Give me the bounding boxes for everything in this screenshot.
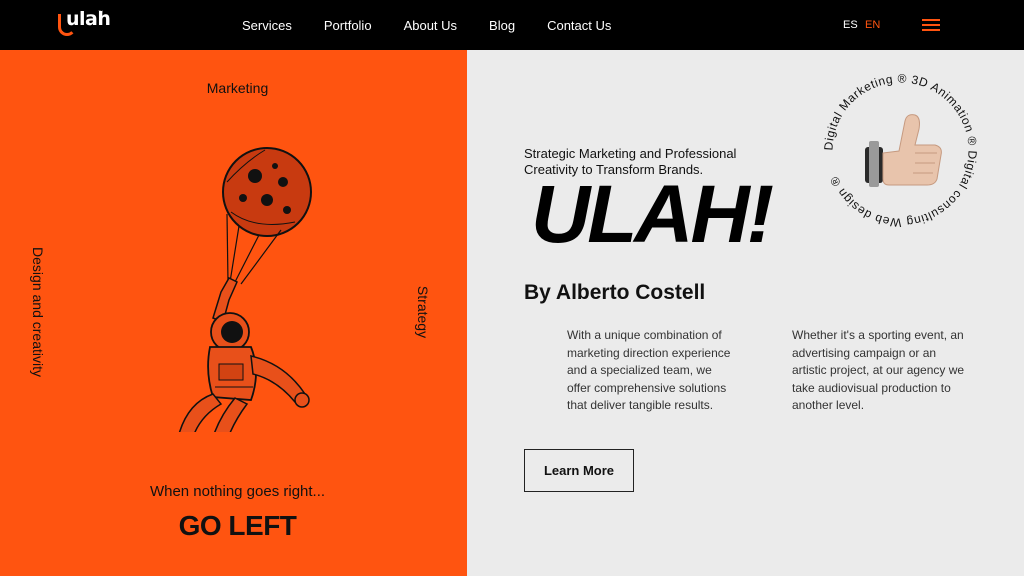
nav-link-blog[interactable]: Blog (473, 18, 531, 33)
hero-author: By Alberto Costell (524, 281, 706, 304)
nav-link-about-us[interactable]: About Us (388, 18, 473, 33)
go-left-headline: GO LEFT (178, 510, 297, 541)
hamburger-icon[interactable] (922, 19, 940, 31)
left-hero-panel: Marketing Design and creativity Strategy (0, 50, 467, 576)
tagline: When nothing goes right... (149, 483, 326, 500)
description-paragraph-2: Whether it's a sporting event, an advert… (792, 328, 965, 413)
nav-link-portfolio[interactable]: Portfolio (308, 18, 388, 33)
logo-trademark: ™ (98, 10, 103, 16)
language-en[interactable]: EN (865, 19, 880, 31)
right-hero-panel: Strategic Marketing and Professional Cre… (467, 50, 1024, 576)
nav-link-services[interactable]: Services (226, 18, 308, 33)
label-strategy: Strategy (415, 285, 431, 339)
label-marketing: Marketing (206, 80, 269, 96)
nav-links: Services Portfolio About Us Blog Contact… (226, 0, 627, 50)
nav-link-contact-us[interactable]: Contact Us (531, 18, 627, 33)
language-es[interactable]: ES (843, 19, 858, 31)
top-navbar: ulah ™ Services Portfolio About Us Blog … (0, 0, 1024, 50)
learn-more-button[interactable]: Learn More (524, 449, 634, 492)
ulah-logo[interactable]: ulah ™ (58, 8, 111, 40)
astronaut-moon-illustration (178, 147, 312, 432)
label-design-creativity: Design and creativity (30, 247, 46, 377)
logo-text: ulah (66, 8, 111, 30)
hero-title: ULAH! (531, 169, 774, 260)
description-paragraph-1: With a unique combination of marketing d… (567, 328, 731, 413)
thumbs-up-icon (865, 114, 942, 187)
